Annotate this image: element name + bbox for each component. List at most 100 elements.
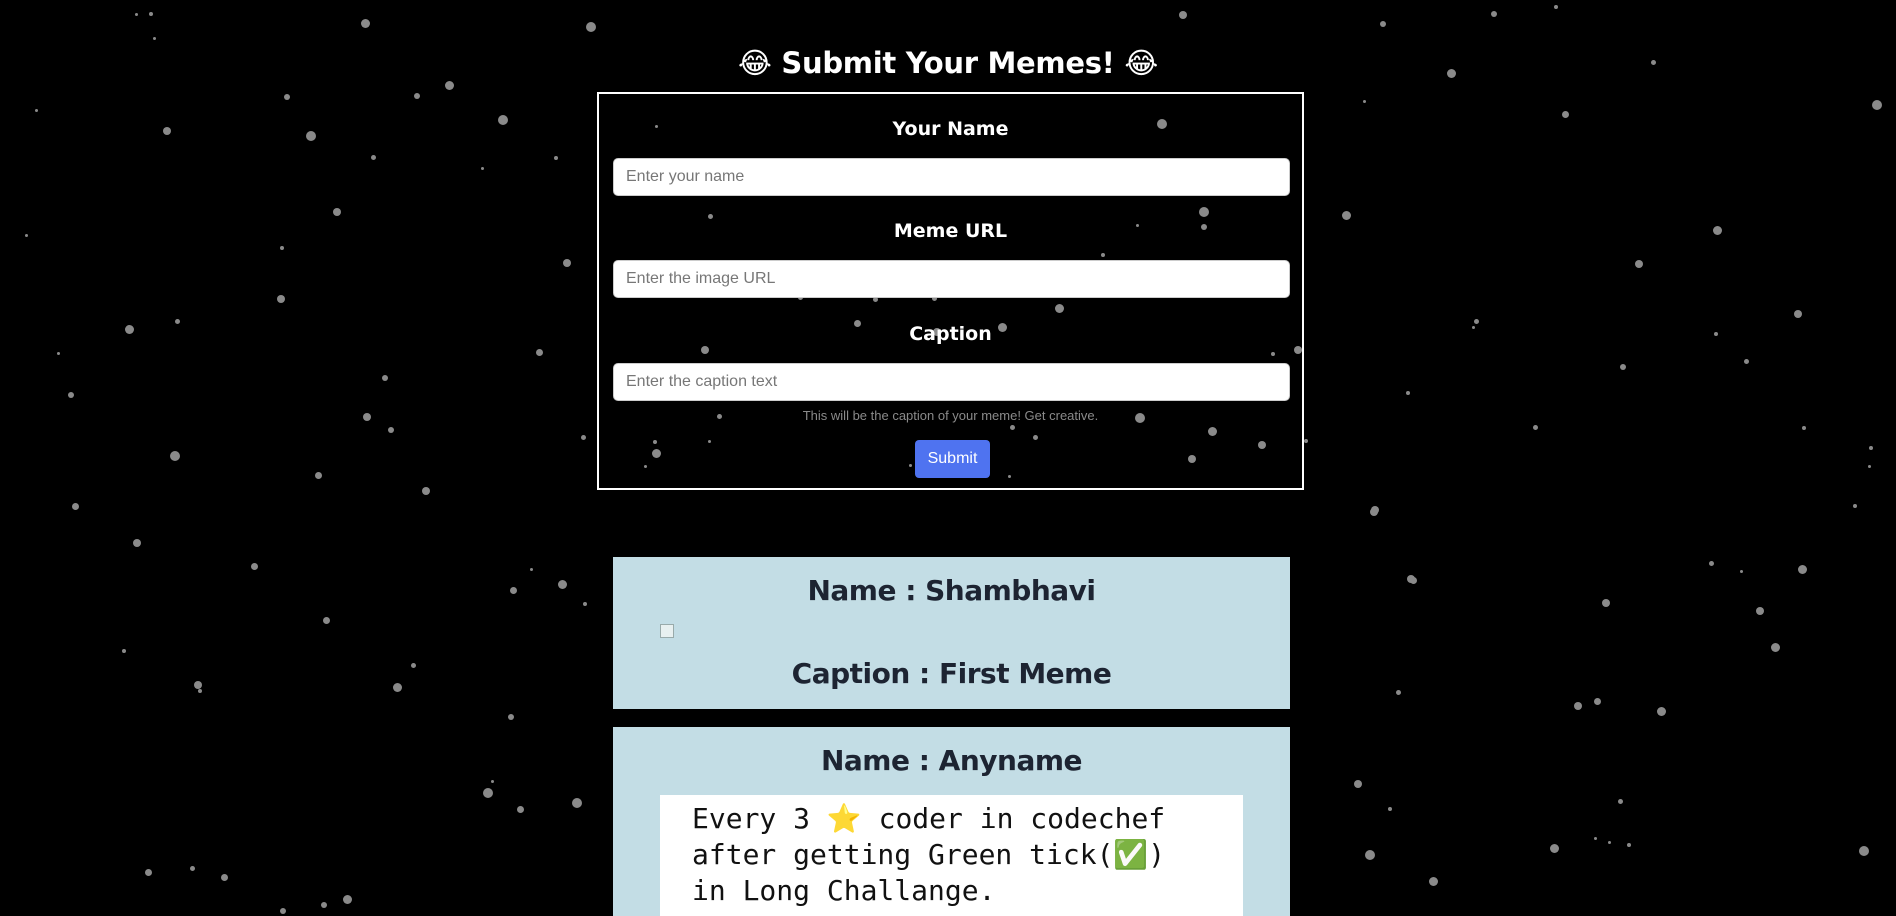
star-dot xyxy=(410,662,416,668)
star-dot xyxy=(1561,110,1569,118)
star-dot xyxy=(250,562,258,570)
star-dot xyxy=(34,108,38,112)
caption-input[interactable] xyxy=(613,363,1290,401)
star-dot xyxy=(1395,689,1401,695)
star-dot xyxy=(414,93,420,99)
star-dot xyxy=(1872,100,1882,110)
star-dot xyxy=(1593,697,1601,705)
star-dot xyxy=(322,616,330,624)
star-dot xyxy=(1380,21,1386,27)
star-dot xyxy=(586,22,596,32)
star-dot xyxy=(1365,850,1375,860)
star-dot xyxy=(1473,318,1479,324)
meme-card: Name : Shambhavi Caption : First Meme xyxy=(613,557,1290,709)
star-dot xyxy=(71,502,79,510)
star-dot xyxy=(321,902,327,908)
star-dot xyxy=(1549,843,1559,853)
star-dot xyxy=(1532,424,1538,430)
caption-help-text: This will be the caption of your meme! G… xyxy=(802,408,1099,423)
caption-label: Caption xyxy=(909,323,992,345)
star-dot xyxy=(557,579,567,589)
star-dot xyxy=(1867,464,1871,468)
star-dot xyxy=(284,94,290,100)
star-dot xyxy=(363,413,371,421)
star-dot xyxy=(280,908,286,914)
star-dot xyxy=(68,392,74,398)
star-dot xyxy=(134,12,138,16)
star-dot xyxy=(480,166,484,170)
name-label: Your Name xyxy=(892,118,1009,140)
star-dot xyxy=(306,131,316,141)
star-dot xyxy=(1635,260,1643,268)
star-dot xyxy=(1574,702,1582,710)
star-dot xyxy=(1794,310,1802,318)
star-dot xyxy=(382,375,388,381)
star-dot xyxy=(220,873,228,881)
star-dot xyxy=(1708,560,1714,566)
star-dot xyxy=(498,115,508,125)
star-dot xyxy=(1406,391,1410,395)
star-dot xyxy=(422,487,430,495)
star-dot xyxy=(1388,807,1392,811)
star-dot xyxy=(1602,599,1610,607)
meme-image-text-line: in Long Challange. xyxy=(692,874,996,907)
meme-name-heading: Name : Anyname xyxy=(820,744,1083,777)
star-dot xyxy=(1743,358,1749,364)
meme-url-label: Meme URL xyxy=(893,220,1008,242)
star-dot xyxy=(360,18,370,28)
star-dot xyxy=(163,127,171,135)
star-dot xyxy=(170,451,180,461)
meme-image: Every 3 ⭐ coder in codechef after gettin… xyxy=(660,795,1243,916)
star-dot xyxy=(370,154,376,160)
star-dot xyxy=(1607,840,1611,844)
star-dot xyxy=(490,779,494,783)
meme-card: Name : Anyname Every 3 ⭐ coder in codech… xyxy=(613,727,1290,916)
star-dot xyxy=(1370,508,1378,516)
star-dot xyxy=(1853,504,1857,508)
star-dot xyxy=(194,681,202,689)
name-input[interactable] xyxy=(613,158,1290,196)
submit-button[interactable]: Submit xyxy=(915,440,990,478)
star-dot xyxy=(122,649,126,653)
star-dot xyxy=(1428,876,1438,886)
star-dot xyxy=(1712,225,1722,235)
star-dot xyxy=(124,324,134,334)
broken-image-icon xyxy=(660,624,674,638)
star-dot xyxy=(277,295,285,303)
star-dot xyxy=(572,798,582,808)
star-dot xyxy=(1409,576,1417,584)
star-dot xyxy=(516,805,524,813)
star-dot xyxy=(554,156,558,160)
star-dot xyxy=(280,246,284,250)
meme-url-input[interactable] xyxy=(613,260,1290,298)
star-dot xyxy=(509,586,517,594)
star-dot xyxy=(1859,846,1869,856)
star-dot xyxy=(535,348,543,356)
star-dot xyxy=(152,36,156,40)
star-dot xyxy=(24,233,28,237)
star-dot xyxy=(1770,642,1780,652)
star-dot xyxy=(1656,706,1666,716)
star-dot xyxy=(529,567,533,571)
star-dot xyxy=(342,894,352,904)
star-dot xyxy=(144,868,152,876)
star-dot xyxy=(56,351,60,355)
star-dot xyxy=(1756,607,1764,615)
star-dot xyxy=(392,682,402,692)
meme-name-heading: Name : Shambhavi xyxy=(807,574,1096,607)
star-dot xyxy=(314,471,322,479)
star-dot xyxy=(508,714,514,720)
meme-image-text-line: Every 3 ⭐ coder in codechef xyxy=(692,802,1166,835)
star-dot xyxy=(198,689,202,693)
star-dot xyxy=(388,427,394,433)
star-dot xyxy=(1739,569,1743,573)
star-dot xyxy=(583,602,587,606)
meme-caption-heading: Caption : First Meme xyxy=(791,657,1112,690)
star-dot xyxy=(1802,426,1806,430)
star-dot xyxy=(189,865,195,871)
star-dot xyxy=(1617,798,1623,804)
star-dot xyxy=(1627,843,1631,847)
star-dot xyxy=(1354,780,1362,788)
star-dot xyxy=(1714,332,1718,336)
star-dot xyxy=(133,539,141,547)
